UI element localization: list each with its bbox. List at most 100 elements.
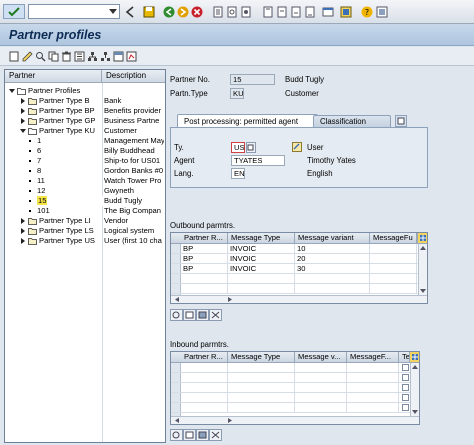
table-cell[interactable] bbox=[347, 363, 399, 373]
tree-row[interactable]: Partner Type GP Business Partne bbox=[5, 116, 165, 126]
tree-row[interactable]: Partner Type LS Logical system bbox=[5, 226, 165, 236]
table-cell[interactable] bbox=[347, 373, 399, 383]
table-cell[interactable] bbox=[228, 383, 295, 393]
table-cell[interactable] bbox=[347, 393, 399, 403]
command-input[interactable] bbox=[28, 4, 120, 19]
table-cell[interactable] bbox=[370, 284, 417, 294]
row-checkbox[interactable] bbox=[402, 394, 409, 401]
tree-row[interactable]: Partner Type BP Benefits provider bbox=[5, 106, 165, 116]
column-header[interactable]: MessageFu bbox=[370, 233, 417, 243]
tree-collapsed-arrow-icon[interactable] bbox=[20, 218, 26, 224]
table-cell[interactable] bbox=[181, 274, 228, 284]
tree-row[interactable]: Partner Type KU Customer bbox=[5, 126, 165, 136]
table-cell[interactable]: BP bbox=[181, 264, 228, 274]
select-layout-icon[interactable] bbox=[113, 51, 124, 62]
tree-collapsed-arrow-icon[interactable] bbox=[20, 118, 26, 124]
table-cell[interactable]: INVOIC bbox=[228, 254, 295, 264]
table-row[interactable] bbox=[171, 274, 418, 284]
print-icon[interactable] bbox=[212, 6, 224, 18]
tree-row[interactable]: Partner Type B Bank bbox=[5, 96, 165, 106]
table-cell[interactable]: INVOIC bbox=[228, 264, 295, 274]
value-help-icon[interactable] bbox=[246, 142, 256, 153]
column-header[interactable]: Partner R... bbox=[181, 352, 228, 362]
table-cell[interactable] bbox=[347, 383, 399, 393]
row-checkbox[interactable] bbox=[402, 364, 409, 371]
table-row[interactable] bbox=[171, 403, 419, 413]
first-page-icon[interactable] bbox=[262, 6, 274, 18]
create-icon[interactable] bbox=[9, 51, 20, 62]
table-cell[interactable] bbox=[295, 274, 370, 284]
tree-collapsed-arrow-icon[interactable] bbox=[20, 228, 26, 234]
exit-icon[interactable] bbox=[177, 6, 189, 18]
find-icon[interactable] bbox=[226, 6, 238, 18]
vertical-scrollbar[interactable] bbox=[410, 363, 419, 416]
copy-icon[interactable] bbox=[48, 51, 59, 62]
row-checkbox[interactable] bbox=[402, 374, 409, 381]
language-field[interactable]: EN bbox=[231, 168, 245, 179]
outbound-delete-button[interactable] bbox=[209, 309, 222, 321]
inbound-create-button[interactable] bbox=[170, 429, 183, 441]
tree-expanded-arrow-icon[interactable] bbox=[20, 128, 26, 134]
table-row[interactable] bbox=[171, 383, 419, 393]
tree-row[interactable]: 6 Billy Buddhead bbox=[5, 146, 165, 156]
column-settings-icon[interactable] bbox=[409, 352, 419, 362]
column-header[interactable]: Message Type bbox=[228, 352, 295, 362]
table-row[interactable]: BP INVOIC 10 bbox=[171, 244, 418, 254]
ale-icon[interactable] bbox=[126, 51, 137, 62]
agent-type-field[interactable]: US bbox=[231, 142, 245, 153]
outbound-change-button[interactable] bbox=[183, 309, 196, 321]
previous-page-icon[interactable] bbox=[276, 6, 288, 18]
table-cell[interactable] bbox=[181, 383, 228, 393]
scroll-down-arrow-icon[interactable] bbox=[419, 287, 427, 295]
table-cell[interactable]: BP bbox=[181, 244, 228, 254]
table-cell[interactable] bbox=[295, 284, 370, 294]
shortcut-icon[interactable] bbox=[340, 6, 352, 18]
column-header[interactable]: Message variant bbox=[295, 233, 370, 243]
tree-row[interactable]: 12 Gwyneth bbox=[5, 186, 165, 196]
find-next-icon[interactable] bbox=[240, 6, 252, 18]
tree-row[interactable]: 8 Gordon Banks #0 bbox=[5, 166, 165, 176]
column-header[interactable]: Partner R... bbox=[181, 233, 228, 243]
table-cell[interactable]: 10 bbox=[295, 244, 370, 254]
column-header[interactable]: Message Type bbox=[228, 233, 295, 243]
tree-row[interactable]: 11 Watch Tower Pro bbox=[5, 176, 165, 186]
table-cell[interactable]: 20 bbox=[295, 254, 370, 264]
table-cell[interactable] bbox=[295, 363, 347, 373]
column-header[interactable]: Message v... bbox=[295, 352, 347, 362]
table-cell[interactable] bbox=[295, 373, 347, 383]
check-icon[interactable] bbox=[74, 51, 85, 62]
new-session-icon[interactable] bbox=[322, 6, 334, 18]
table-cell[interactable] bbox=[228, 284, 295, 294]
table-cell[interactable]: BP bbox=[181, 254, 228, 264]
tree-row[interactable]: Partner Type LI Vendor bbox=[5, 216, 165, 226]
command-field-checkmark[interactable] bbox=[3, 4, 25, 19]
table-cell[interactable] bbox=[228, 403, 295, 413]
help-icon[interactable]: ? bbox=[361, 6, 373, 18]
table-cell[interactable] bbox=[228, 373, 295, 383]
inbound-display-button[interactable] bbox=[196, 429, 209, 441]
display-icon[interactable] bbox=[35, 51, 46, 62]
tree-header-partner[interactable]: Partner bbox=[5, 70, 102, 82]
table-cell[interactable] bbox=[181, 403, 228, 413]
horizontal-scrollbar[interactable] bbox=[171, 416, 419, 424]
table-cell[interactable]: 30 bbox=[295, 264, 370, 274]
agent-field[interactable]: TYATES bbox=[231, 155, 285, 166]
column-settings-icon[interactable] bbox=[417, 233, 427, 243]
table-cell[interactable] bbox=[181, 363, 228, 373]
column-header[interactable]: MessageF... bbox=[347, 352, 399, 362]
tree-row[interactable]: 7 Ship-to for US01 bbox=[5, 156, 165, 166]
table-row[interactable] bbox=[171, 284, 418, 294]
outbound-display-button[interactable] bbox=[196, 309, 209, 321]
table-row[interactable]: BP INVOIC 30 bbox=[171, 264, 418, 274]
table-row[interactable] bbox=[171, 363, 419, 373]
next-page-icon[interactable] bbox=[290, 6, 302, 18]
tab-classification[interactable]: Classification bbox=[313, 115, 391, 127]
hierarchy-icon[interactable] bbox=[87, 51, 98, 62]
table-cell[interactable] bbox=[370, 254, 417, 264]
tree-collapsed-arrow-icon[interactable] bbox=[20, 238, 26, 244]
tree-row[interactable]: Partner Profiles bbox=[5, 86, 165, 96]
table-cell[interactable] bbox=[228, 393, 295, 403]
delete-icon[interactable] bbox=[61, 51, 72, 62]
partner-type-field[interactable]: KU bbox=[230, 88, 244, 99]
tree-header-description[interactable]: Description bbox=[102, 70, 165, 82]
